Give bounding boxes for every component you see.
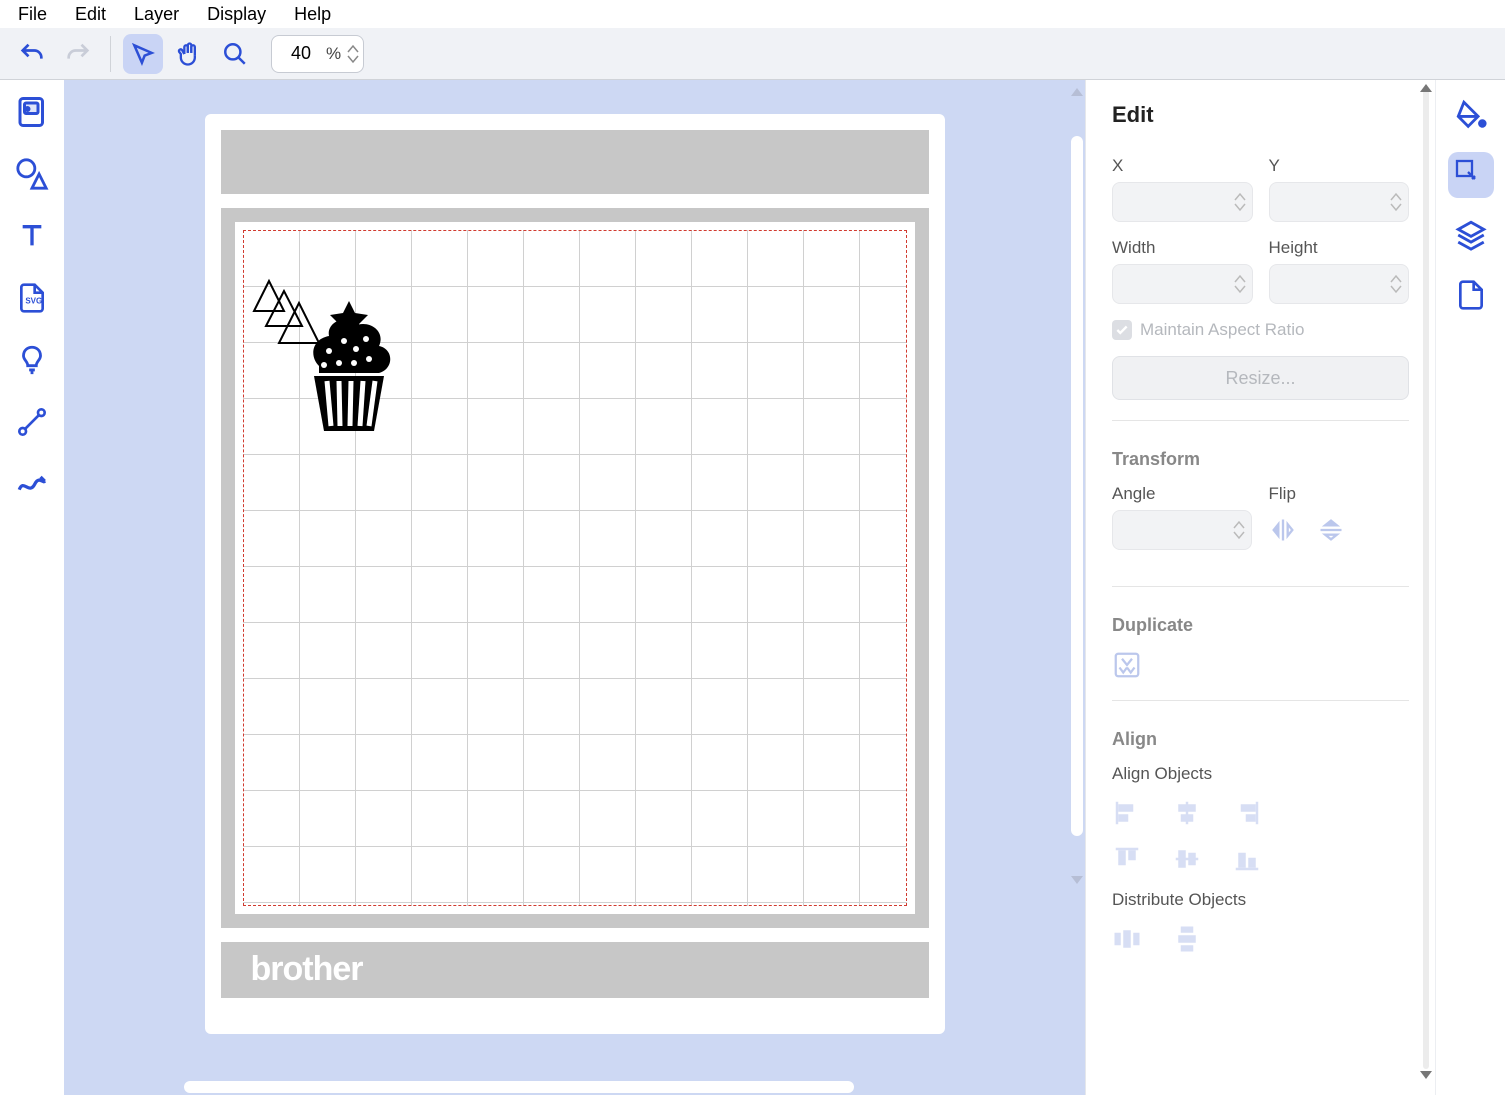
- transform-section: Transform Angle Flip: [1112, 449, 1409, 587]
- aspect-label: Maintain Aspect Ratio: [1140, 320, 1304, 340]
- zoom-input[interactable]: [282, 43, 320, 64]
- distribute-v-icon[interactable]: [1172, 924, 1202, 954]
- width-label: Width: [1112, 238, 1253, 258]
- height-label: Height: [1269, 238, 1410, 258]
- left-tool-rail: SVG: [0, 80, 64, 1095]
- y-input[interactable]: [1269, 182, 1410, 222]
- edit-tab[interactable]: [1448, 152, 1494, 198]
- canvas-area[interactable]: brother: [64, 80, 1085, 1095]
- menu-help[interactable]: Help: [280, 0, 345, 29]
- menu-bar: File Edit Layer Display Help: [0, 0, 1505, 28]
- zoom-unit: %: [320, 44, 347, 64]
- redo-button[interactable]: [58, 34, 98, 74]
- cutting-mat: brother: [205, 114, 945, 1034]
- mat-header-strip: [221, 130, 929, 194]
- panel-title: Edit: [1112, 102, 1409, 128]
- y-label: Y: [1269, 156, 1410, 176]
- align-section: Align Align Objects Distribute Objects: [1112, 729, 1409, 990]
- align-right-icon[interactable]: [1232, 798, 1262, 828]
- text-tool[interactable]: [12, 216, 52, 256]
- layers-tab[interactable]: [1448, 212, 1494, 258]
- align-title: Align: [1112, 729, 1409, 750]
- mat-frame: [221, 208, 929, 928]
- menu-layer[interactable]: Layer: [120, 0, 193, 29]
- distribute-h-icon[interactable]: [1112, 924, 1142, 954]
- trace-tool[interactable]: [12, 340, 52, 380]
- flip-vertical-icon[interactable]: [1317, 516, 1345, 544]
- align-top-icon[interactable]: [1112, 844, 1142, 874]
- width-input[interactable]: [1112, 264, 1253, 304]
- aspect-ratio-row[interactable]: Maintain Aspect Ratio: [1112, 320, 1409, 340]
- template-tool[interactable]: [12, 92, 52, 132]
- duplicate-section: Duplicate: [1112, 615, 1409, 701]
- cut-area[interactable]: [243, 230, 907, 906]
- angle-input[interactable]: [1112, 510, 1252, 550]
- shapes-tool[interactable]: [12, 154, 52, 194]
- separator: [110, 36, 111, 72]
- distribute-objects-label: Distribute Objects: [1112, 890, 1409, 910]
- zoom-spinner[interactable]: [347, 44, 359, 64]
- right-tool-rail: [1435, 80, 1505, 1095]
- align-objects-label: Align Objects: [1112, 764, 1409, 784]
- height-input[interactable]: [1269, 264, 1410, 304]
- angle-label: Angle: [1112, 484, 1253, 504]
- toolbar: %: [0, 28, 1505, 80]
- zoom-tool[interactable]: [215, 34, 255, 74]
- flip-label: Flip: [1269, 484, 1410, 504]
- aspect-checkbox[interactable]: [1112, 320, 1132, 340]
- flip-horizontal-icon[interactable]: [1269, 516, 1297, 544]
- vertical-scrollbar[interactable]: [1071, 88, 1083, 888]
- mat-brand-strip: brother: [221, 942, 929, 998]
- duplicate-title: Duplicate: [1112, 615, 1409, 636]
- fill-tab[interactable]: [1448, 92, 1494, 138]
- x-input[interactable]: [1112, 182, 1253, 222]
- x-label: X: [1112, 156, 1253, 176]
- undo-button[interactable]: [12, 34, 52, 74]
- edit-panel: Edit X Y: [1086, 80, 1435, 1095]
- pan-tool[interactable]: [169, 34, 209, 74]
- main-area: SVG: [0, 80, 1505, 1095]
- align-center-v-icon[interactable]: [1172, 844, 1202, 874]
- menu-display[interactable]: Display: [193, 0, 280, 29]
- line-tool[interactable]: [12, 402, 52, 442]
- horizontal-scrollbar[interactable]: [184, 1081, 854, 1093]
- align-center-h-icon[interactable]: [1172, 798, 1202, 828]
- artwork-objects[interactable]: [244, 231, 444, 471]
- align-left-icon[interactable]: [1112, 798, 1142, 828]
- draw-tool[interactable]: [12, 464, 52, 504]
- menu-edit[interactable]: Edit: [61, 0, 120, 29]
- zoom-input-box: %: [271, 35, 364, 73]
- align-bottom-icon[interactable]: [1232, 844, 1262, 874]
- transform-title: Transform: [1112, 449, 1409, 470]
- svg-text:SVG: SVG: [25, 296, 42, 305]
- select-tool[interactable]: [123, 34, 163, 74]
- svg-import-tool[interactable]: SVG: [12, 278, 52, 318]
- page-tab[interactable]: [1448, 272, 1494, 318]
- duplicate-icon[interactable]: [1112, 650, 1142, 680]
- resize-button[interactable]: Resize...: [1112, 356, 1409, 400]
- right-panel: Edit X Y: [1085, 80, 1505, 1095]
- panel-scrollbar[interactable]: [1423, 90, 1429, 1069]
- brand-logo: brother: [251, 950, 363, 989]
- position-section: X Y: [1112, 156, 1409, 421]
- menu-file[interactable]: File: [4, 0, 61, 29]
